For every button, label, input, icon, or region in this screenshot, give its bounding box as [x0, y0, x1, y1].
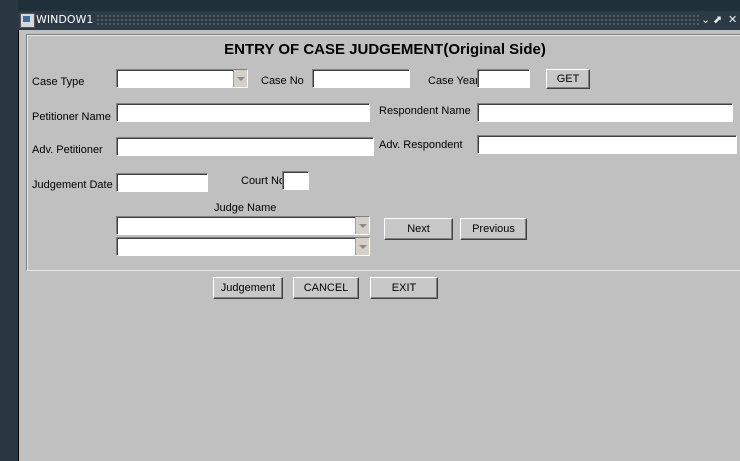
judge-name-label: Judge Name — [214, 202, 277, 214]
judge-name-select-2[interactable] — [116, 237, 370, 256]
adv-respondent-label: Adv. Respondent — [379, 139, 463, 151]
adv-petitioner-label: Adv. Petitioner — [32, 144, 103, 156]
judgement-date-label: Judgement Date — [32, 179, 113, 191]
petitioner-name-input[interactable] — [116, 103, 370, 122]
form-panel: ENTRY OF CASE JUDGEMENT(Original Side) C… — [27, 35, 740, 271]
exit-button[interactable]: EXIT — [370, 277, 438, 299]
adv-petitioner-input[interactable] — [116, 137, 374, 156]
case-year-input[interactable] — [477, 69, 530, 88]
previous-button[interactable]: Previous — [460, 218, 527, 240]
next-button[interactable]: Next — [384, 218, 453, 240]
chevron-down-icon[interactable] — [233, 70, 247, 87]
judgement-button[interactable]: Judgement — [213, 277, 283, 299]
petitioner-name-label: Petitioner Name — [32, 111, 111, 123]
court-no-label: Court No — [241, 175, 286, 187]
judgement-date-input[interactable] — [116, 173, 208, 192]
form-title: ENTRY OF CASE JUDGEMENT(Original Side) — [224, 41, 546, 58]
case-type-label: Case Type — [32, 76, 85, 88]
main-window: WINDOW1 ⌄ ⬈ ✕ ENTRY OF CASE JUDGEMENT(Or… — [18, 0, 740, 461]
title-bar: WINDOW1 ⌄ ⬈ ✕ — [18, 0, 740, 30]
title-pattern — [96, 14, 700, 26]
case-no-input[interactable] — [312, 69, 410, 88]
get-button[interactable]: GET — [546, 69, 590, 89]
cancel-button[interactable]: CANCEL — [293, 277, 359, 299]
window-title: WINDOW1 — [36, 13, 94, 26]
court-no-input[interactable] — [282, 171, 309, 190]
respondent-name-input[interactable] — [477, 103, 733, 122]
chevron-down-icon[interactable] — [355, 217, 369, 234]
chevron-down-icon[interactable] — [355, 238, 369, 255]
restore-icon[interactable]: ⬈ — [713, 13, 722, 26]
adv-respondent-input[interactable] — [477, 135, 737, 154]
case-type-select[interactable] — [116, 69, 248, 88]
judge-name-select-1[interactable] — [116, 216, 370, 235]
case-year-label: Case Year — [428, 75, 479, 87]
respondent-name-label: Respondent Name — [379, 105, 471, 117]
minimize-icon[interactable]: ⌄ — [701, 13, 710, 26]
case-no-label: Case No — [261, 75, 304, 87]
desktop-edge — [0, 0, 18, 461]
close-icon[interactable]: ✕ — [728, 13, 737, 26]
app-icon — [20, 13, 35, 28]
